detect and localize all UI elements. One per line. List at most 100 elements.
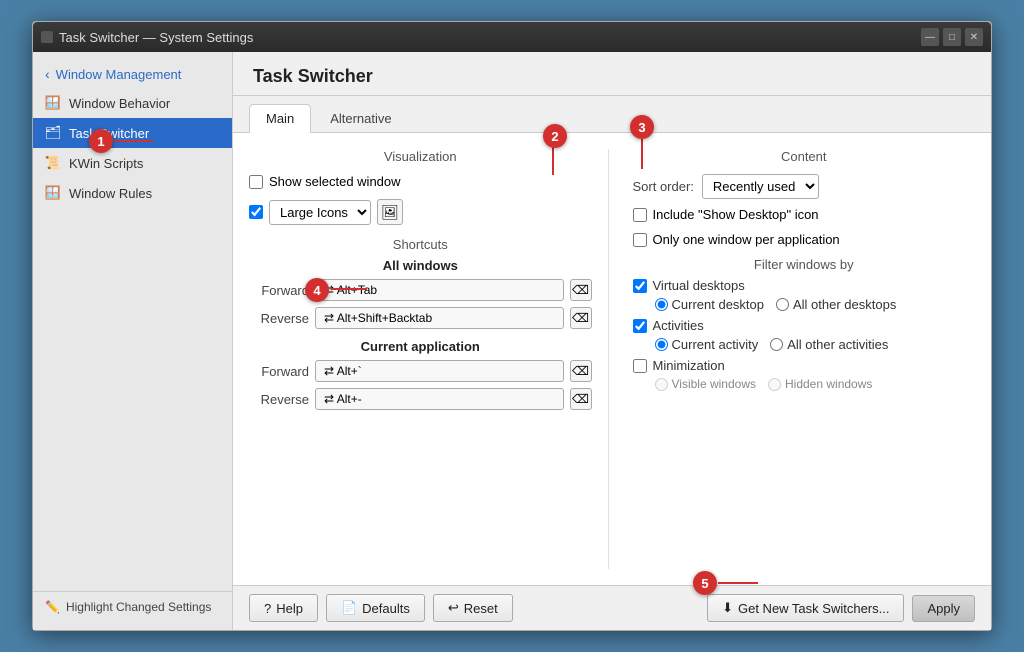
virtual-desktops-label: Virtual desktops [653, 278, 745, 293]
current-activity-radio-row: Current activity [655, 337, 759, 352]
panel-body: Visualization Show selected window Large… [233, 133, 991, 585]
titlebar-title: Task Switcher — System Settings [59, 30, 253, 45]
forward-all-row: Forward ⇄ Alt+Tab ⌫ [249, 279, 592, 301]
all-windows-title: All windows [249, 258, 592, 273]
one-window-per-app-label: Only one window per application [653, 232, 840, 247]
reverse-app-label: Reverse [249, 392, 309, 407]
sort-row: Sort order: Recently used Alphabetically… [633, 174, 976, 199]
combo-enable-checkbox[interactable] [249, 205, 263, 219]
reverse-all-value: ⇄ Alt+Shift+Backtab [324, 311, 432, 325]
apply-label: Apply [927, 601, 960, 616]
desktop-radio-group: Current desktop All other desktops [655, 297, 976, 312]
activities-checkbox[interactable] [633, 319, 647, 333]
reverse-app-input[interactable]: ⇄ Alt+- [315, 388, 564, 410]
sidebar-item-window-rules[interactable]: 🪟 Window Rules [33, 178, 232, 208]
show-selected-window-checkbox[interactable] [249, 175, 263, 189]
forward-app-row: Forward ⇄ Alt+` ⌫ [249, 360, 592, 382]
visible-windows-radio-row: Visible windows [655, 377, 757, 391]
close-button[interactable]: ✕ [965, 28, 983, 46]
all-other-activities-radio[interactable] [770, 338, 783, 351]
shortcuts-title: Shortcuts [249, 237, 592, 252]
virtual-desktops-checkbox[interactable] [633, 279, 647, 293]
highlight-changed-settings[interactable]: ✏️ Highlight Changed Settings [33, 591, 232, 622]
reverse-all-clear[interactable]: ⌫ [570, 307, 592, 329]
highlight-icon: ✏️ [45, 600, 60, 614]
current-app-title: Current application [249, 339, 592, 354]
kwin-scripts-icon: 📜 [45, 155, 61, 171]
activities-row: Activities [633, 318, 976, 333]
visualization-preview-button[interactable]: 🖼 [377, 199, 403, 225]
sidebar-label-window-rules: Window Rules [69, 186, 152, 201]
reverse-app-clear[interactable]: ⌫ [570, 388, 592, 410]
forward-app-clear[interactable]: ⌫ [570, 360, 592, 382]
defaults-button[interactable]: 📄 Defaults [326, 594, 425, 622]
current-desktop-label: Current desktop [672, 297, 765, 312]
shortcuts-section: Shortcuts All windows Forward ⇄ Alt+Tab … [249, 237, 592, 410]
reverse-app-value: ⇄ Alt+- [324, 392, 362, 406]
sort-label: Sort order: [633, 179, 694, 194]
titlebar-controls[interactable]: — □ ✕ [921, 28, 983, 46]
one-window-per-app-checkbox[interactable] [633, 233, 647, 247]
back-label: Window Management [56, 67, 182, 82]
forward-app-label: Forward [249, 364, 309, 379]
apply-button[interactable]: Apply [912, 595, 975, 622]
combo-row: Large Icons Small Icons List Thumbnails … [249, 199, 592, 225]
minimization-radio-group: Visible windows Hidden windows [655, 377, 976, 391]
sidebar-item-task-switcher[interactable]: 🗂 Task Switcher [33, 118, 232, 148]
minimize-button[interactable]: — [921, 28, 939, 46]
forward-all-value: ⇄ Alt+Tab [324, 283, 377, 297]
include-desktop-icon-row: Include "Show Desktop" icon [633, 207, 976, 222]
sidebar-label-kwin-scripts: KWin Scripts [69, 156, 143, 171]
sidebar-label-window-behavior: Window Behavior [69, 96, 170, 111]
reset-icon: ↩ [448, 600, 459, 616]
current-desktop-radio[interactable] [655, 298, 668, 311]
reverse-all-input[interactable]: ⇄ Alt+Shift+Backtab [315, 307, 564, 329]
tab-main[interactable]: Main [249, 104, 311, 133]
current-activity-radio[interactable] [655, 338, 668, 351]
tabs-bar: Main Alternative [233, 96, 991, 133]
window-rules-icon: 🪟 [45, 185, 61, 201]
large-icons-select[interactable]: Large Icons Small Icons List Thumbnails [269, 200, 371, 225]
reset-button[interactable]: ↩ Reset [433, 594, 513, 622]
sidebar-item-kwin-scripts[interactable]: 📜 KWin Scripts [33, 148, 232, 178]
sidebar: ‹ Window Management 🪟 Window Behavior 🗂 … [33, 52, 233, 630]
visible-windows-radio[interactable] [655, 378, 668, 391]
visualization-title: Visualization [249, 149, 592, 164]
filter-title: Filter windows by [633, 257, 976, 272]
all-other-activities-label: All other activities [787, 337, 888, 352]
all-other-desktops-radio[interactable] [776, 298, 789, 311]
content-area: ‹ Window Management 🪟 Window Behavior 🗂 … [33, 52, 991, 630]
window-behavior-icon: 🪟 [45, 95, 61, 111]
reverse-app-row: Reverse ⇄ Alt+- ⌫ [249, 388, 592, 410]
help-button[interactable]: ? Help [249, 594, 318, 622]
all-other-desktops-label: All other desktops [793, 297, 896, 312]
forward-all-label: Forward [249, 283, 309, 298]
forward-all-clear[interactable]: ⌫ [570, 279, 592, 301]
tab-alternative[interactable]: Alternative [313, 104, 408, 132]
bottom-bar: ? Help 📄 Defaults ↩ Reset ⬇ Get [233, 585, 991, 630]
task-switcher-icon: 🗂 [45, 125, 61, 141]
left-section: Visualization Show selected window Large… [249, 149, 609, 569]
all-other-desktops-radio-row: All other desktops [776, 297, 896, 312]
help-icon: ? [264, 601, 271, 616]
page-title: Task Switcher [233, 52, 991, 96]
get-new-button[interactable]: ⬇ Get New Task Switchers... [707, 594, 904, 622]
minimization-checkbox[interactable] [633, 359, 647, 373]
one-window-per-app-row: Only one window per application [633, 232, 976, 247]
forward-all-input[interactable]: ⇄ Alt+Tab [315, 279, 564, 301]
back-button[interactable]: ‹ Window Management [33, 60, 232, 88]
minimization-label: Minimization [653, 358, 725, 373]
show-selected-window-label: Show selected window [269, 174, 401, 189]
maximize-button[interactable]: □ [943, 28, 961, 46]
hidden-windows-radio-row: Hidden windows [768, 377, 872, 391]
bottom-left: ? Help 📄 Defaults ↩ Reset [249, 594, 513, 622]
forward-app-input[interactable]: ⇄ Alt+` [315, 360, 564, 382]
content-title: Content [633, 149, 976, 164]
include-desktop-icon-label: Include "Show Desktop" icon [653, 207, 819, 222]
hidden-windows-radio[interactable] [768, 378, 781, 391]
reverse-all-row: Reverse ⇄ Alt+Shift+Backtab ⌫ [249, 307, 592, 329]
defaults-icon: 📄 [341, 600, 357, 616]
sort-order-select[interactable]: Recently used Alphabetically Desktop [702, 174, 819, 199]
sidebar-item-window-behavior[interactable]: 🪟 Window Behavior [33, 88, 232, 118]
include-desktop-icon-checkbox[interactable] [633, 208, 647, 222]
